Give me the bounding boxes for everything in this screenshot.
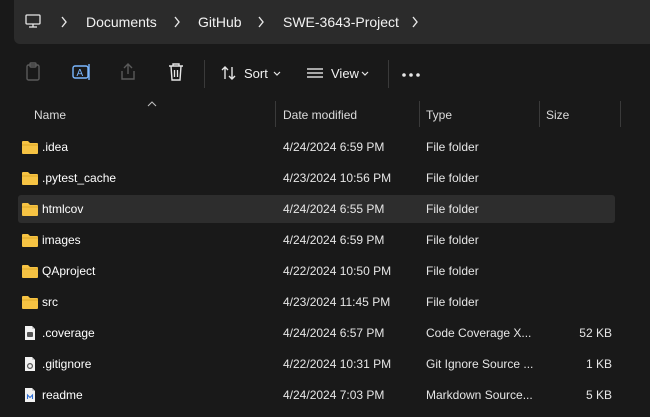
file-icon <box>25 357 35 371</box>
more-options-icon[interactable] <box>401 72 421 78</box>
sort-icon <box>221 66 236 80</box>
list-item[interactable]: .gitignore 4/22/2024 10:31 PM Git Ignore… <box>18 350 615 378</box>
file-type: Markdown Source... <box>426 388 533 402</box>
file-size: 1 KB <box>585 357 612 371</box>
file-name: readme <box>42 388 83 402</box>
file-date-modified: 4/24/2024 6:55 PM <box>283 202 385 216</box>
column-size[interactable]: Size <box>546 108 569 122</box>
column-resize-handle[interactable] <box>620 101 621 127</box>
toolbar-divider <box>388 60 389 88</box>
file-type: File folder <box>426 295 479 309</box>
breadcrumb-documents[interactable]: Documents <box>86 14 157 30</box>
column-resize-handle[interactable] <box>275 101 276 127</box>
file-name: QAproject <box>42 264 96 278</box>
file-icon <box>25 388 35 402</box>
list-item[interactable]: src 4/23/2024 11:45 PM File folder <box>18 288 615 316</box>
folder-icon <box>22 141 38 154</box>
file-name: .idea <box>42 140 69 154</box>
command-bar: A Sort View <box>0 44 650 101</box>
column-date-modified[interactable]: Date modified <box>283 108 357 122</box>
file-name: src <box>42 295 58 309</box>
file-name: images <box>42 233 81 247</box>
chevron-down-icon <box>273 71 281 76</box>
breadcrumb-project[interactable]: SWE-3643-Project <box>283 14 399 30</box>
folder-icon <box>22 203 38 216</box>
sort-label: Sort <box>244 66 268 81</box>
column-header: Name Date modified Type Size <box>0 101 650 127</box>
list-item[interactable]: .idea 4/24/2024 6:59 PM File folder <box>18 133 615 161</box>
file-date-modified: 4/22/2024 10:31 PM <box>283 357 392 371</box>
file-type: File folder <box>426 233 479 247</box>
breadcrumb-github[interactable]: GitHub <box>198 14 242 30</box>
sort-ascending-indicator-icon <box>147 101 157 107</box>
column-resize-handle[interactable] <box>419 101 420 127</box>
chevron-right-icon[interactable] <box>60 16 68 28</box>
file-type: Git Ignore Source ... <box>426 357 534 371</box>
toolbar-divider <box>204 60 205 88</box>
file-name: .pytest_cache <box>42 171 117 185</box>
chevron-right-icon[interactable] <box>173 16 181 28</box>
svg-text:A: A <box>77 68 84 79</box>
file-type: Code Coverage X... <box>426 326 532 340</box>
delete-icon[interactable] <box>167 62 185 82</box>
column-name[interactable]: Name <box>34 108 66 122</box>
chevron-down-icon <box>361 71 369 76</box>
column-type[interactable]: Type <box>426 108 452 122</box>
view-button[interactable]: View <box>300 58 380 88</box>
chevron-right-icon[interactable] <box>257 16 265 28</box>
file-size: 52 KB <box>579 326 612 340</box>
file-name: .gitignore <box>42 357 92 371</box>
file-date-modified: 4/23/2024 11:45 PM <box>283 295 391 309</box>
list-item-selected[interactable]: htmlcov 4/24/2024 6:55 PM File folder <box>18 195 615 223</box>
file-date-modified: 4/22/2024 10:50 PM <box>283 264 392 278</box>
folder-icon <box>22 296 38 309</box>
list-item[interactable]: readme 4/24/2024 7:03 PM Markdown Source… <box>18 381 615 409</box>
share-icon[interactable] <box>119 62 137 82</box>
file-name: htmlcov <box>42 202 84 216</box>
file-name: .coverage <box>42 326 95 340</box>
paste-icon[interactable] <box>24 62 42 82</box>
file-type: File folder <box>426 171 479 185</box>
list-item[interactable]: .coverage 4/24/2024 6:57 PM Code Coverag… <box>18 319 615 347</box>
list-item[interactable]: QAproject 4/22/2024 10:50 PM File folder <box>18 257 615 285</box>
rename-icon[interactable]: A <box>72 62 92 82</box>
list-item[interactable]: .pytest_cache 4/23/2024 10:56 PM File fo… <box>18 164 615 192</box>
list-item[interactable]: images 4/24/2024 6:59 PM File folder <box>18 226 615 254</box>
file-date-modified: 4/24/2024 7:03 PM <box>283 388 385 402</box>
folder-icon <box>22 172 38 185</box>
file-icon <box>25 326 35 340</box>
file-type: File folder <box>426 264 479 278</box>
address-bar[interactable]: Documents GitHub SWE-3643-Project <box>14 0 650 44</box>
sort-button[interactable]: Sort <box>214 58 286 88</box>
file-date-modified: 4/24/2024 6:59 PM <box>283 233 385 247</box>
folder-icon <box>22 265 38 278</box>
view-icon <box>307 68 323 78</box>
file-size: 5 KB <box>585 388 612 402</box>
chevron-right-icon[interactable] <box>411 16 419 28</box>
column-resize-handle[interactable] <box>539 101 540 127</box>
folder-icon <box>22 234 38 247</box>
file-type: File folder <box>426 202 479 216</box>
file-type: File folder <box>426 140 479 154</box>
view-label: View <box>331 66 359 81</box>
file-date-modified: 4/23/2024 10:56 PM <box>283 171 392 185</box>
file-date-modified: 4/24/2024 6:59 PM <box>283 140 385 154</box>
file-date-modified: 4/24/2024 6:57 PM <box>283 326 385 340</box>
this-pc-icon[interactable] <box>25 13 41 29</box>
